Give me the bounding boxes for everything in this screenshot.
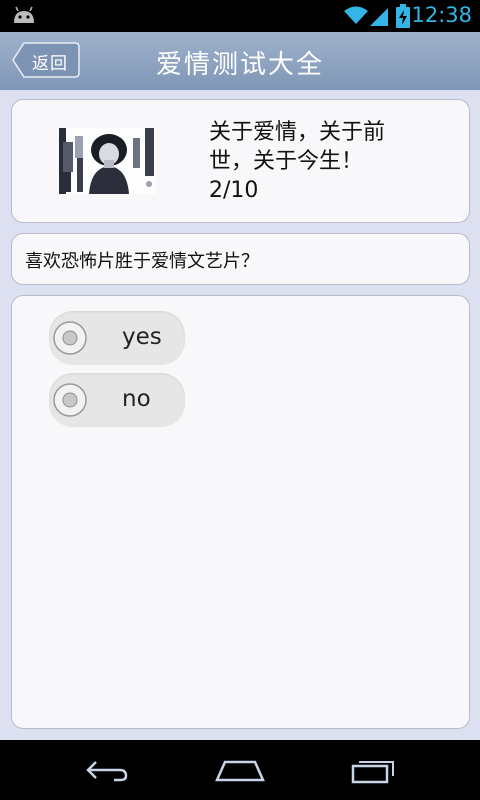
radio-unchecked-icon (53, 321, 87, 355)
status-bar: 12:38 (0, 0, 480, 32)
recent-apps-icon[interactable] (351, 756, 397, 784)
quiz-title-line1: 关于爱情，关于前 (209, 120, 386, 145)
option-no-label: no (122, 386, 151, 412)
title-bar: 返回 爱情测试大全 (0, 32, 480, 91)
option-yes-label: yes (122, 324, 162, 350)
question-card: 喜欢恐怖片胜于爱情文艺片？ (11, 233, 470, 285)
answer-options-card: yes no (11, 295, 470, 729)
quiz-header-text: 关于爱情，关于前 世，关于今生！ 2/10 (209, 118, 439, 205)
wifi-icon (344, 6, 368, 24)
back-icon[interactable] (84, 756, 130, 784)
home-icon[interactable] (215, 756, 265, 784)
page-title: 爱情测试大全 (155, 50, 324, 80)
navigation-bar (0, 740, 480, 800)
signal-icon (370, 8, 388, 26)
content-area: 关于爱情，关于前 世，关于今生！ 2/10 喜欢恐怖片胜于爱情文艺片？ yes … (0, 90, 480, 740)
question-text: 喜欢恐怖片胜于爱情文艺片？ (25, 251, 259, 272)
question-counter: 2/10 (209, 178, 259, 203)
battery-charging-icon (396, 4, 410, 28)
android-icon (14, 6, 34, 23)
option-no[interactable]: no (49, 373, 185, 427)
quiz-thumbnail-image (59, 128, 156, 194)
clock: 12:38 (411, 3, 472, 27)
quiz-title-line2: 世，关于今生！ (209, 149, 364, 174)
radio-unchecked-icon (53, 383, 87, 417)
option-yes[interactable]: yes (49, 311, 185, 365)
quiz-header-card: 关于爱情，关于前 世，关于今生！ 2/10 (11, 99, 470, 223)
